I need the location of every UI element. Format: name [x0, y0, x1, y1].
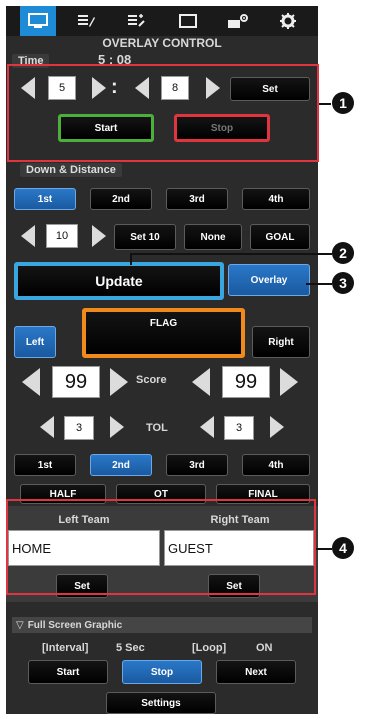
score-right-increment-arrow[interactable] [280, 368, 298, 396]
score-label: Score [136, 374, 167, 386]
fullscreen-header[interactable]: ▽ Full Screen Graphic [12, 617, 312, 633]
fullscreen-settings-button[interactable]: Settings [106, 692, 216, 714]
distance-none-button[interactable]: None [184, 224, 242, 250]
quarter-1st-button[interactable]: 1st [14, 454, 76, 476]
down-3rd-button[interactable]: 3rd [166, 188, 228, 210]
quarter-3rd-button[interactable]: 3rd [166, 454, 228, 476]
edit-document-icon [78, 15, 95, 27]
loop-value: ON [256, 642, 273, 654]
distance-decrement-arrow[interactable] [21, 225, 35, 247]
tab-window[interactable] [170, 6, 206, 36]
tol-left-decrement-arrow[interactable] [40, 416, 54, 438]
callout-1: 1 [332, 92, 354, 114]
distance-input[interactable]: 10 [46, 224, 78, 248]
callout-line-4 [316, 548, 332, 550]
callout-line-3 [306, 283, 332, 285]
page-title: OVERLAY CONTROL [102, 36, 222, 50]
gear-icon [280, 13, 296, 29]
callout-line-1 [319, 103, 331, 105]
collapse-triangle-icon: ▽ [16, 619, 24, 631]
fullscreen-label: Full Screen Graphic [27, 619, 123, 631]
flag-right-button[interactable]: Right [252, 326, 310, 358]
score-left-decrement-arrow[interactable] [22, 368, 40, 396]
highlight-time-controls [7, 64, 319, 162]
tol-label: TOL [146, 422, 168, 434]
tab-monitor[interactable] [20, 6, 56, 36]
callout-3: 3 [332, 272, 354, 294]
tol-right-decrement-arrow[interactable] [200, 416, 214, 438]
flag-button[interactable]: FLAG [82, 308, 245, 358]
list-edit-icon [128, 14, 145, 27]
tab-list[interactable] [118, 6, 154, 36]
set-10-button[interactable]: Set 10 [114, 224, 176, 250]
score-right-decrement-arrow[interactable] [192, 368, 210, 396]
score-right-input[interactable]: 99 [222, 366, 270, 398]
overlay-button[interactable]: Overlay [228, 264, 310, 296]
tab-bar [6, 6, 318, 36]
monitor-icon [28, 13, 48, 28]
fullscreen-stop-button[interactable]: Stop [122, 660, 202, 684]
distance-increment-arrow[interactable] [92, 225, 106, 247]
interval-label: [Interval] [42, 642, 89, 654]
camera-settings-icon [228, 14, 248, 28]
tol-right-input[interactable]: 3 [224, 416, 254, 440]
fullscreen-start-button[interactable]: Start [28, 660, 108, 684]
score-left-input[interactable]: 99 [52, 366, 100, 398]
tol-left-input[interactable]: 3 [64, 416, 94, 440]
interval-value: 5 Sec [116, 642, 145, 654]
quarter-4th-button[interactable]: 4th [242, 454, 310, 476]
callout-2: 2 [332, 242, 354, 264]
down-1st-button[interactable]: 1st [14, 188, 76, 210]
down-4th-button[interactable]: 4th [242, 188, 310, 210]
quarter-2nd-button[interactable]: 2nd [90, 454, 152, 476]
callout-line-2-drop [130, 253, 132, 265]
callout-line-2 [130, 253, 332, 255]
tab-camera-settings[interactable] [220, 6, 256, 36]
tab-edit[interactable] [68, 6, 104, 36]
flag-left-button[interactable]: Left [14, 326, 56, 358]
tol-left-increment-arrow[interactable] [110, 416, 124, 438]
fullscreen-next-button[interactable]: Next [216, 660, 296, 684]
score-left-increment-arrow[interactable] [110, 368, 128, 396]
distance-goal-button[interactable]: GOAL [250, 224, 310, 250]
window-icon [179, 14, 197, 28]
loop-label: [Loop] [192, 642, 227, 654]
callout-4: 4 [332, 537, 354, 559]
highlight-team-names [6, 499, 316, 595]
tol-right-increment-arrow[interactable] [270, 416, 284, 438]
update-button[interactable]: Update [14, 262, 224, 300]
tab-settings[interactable] [270, 6, 306, 36]
down-distance-label: Down & Distance [20, 163, 122, 177]
down-2nd-button[interactable]: 2nd [90, 188, 152, 210]
